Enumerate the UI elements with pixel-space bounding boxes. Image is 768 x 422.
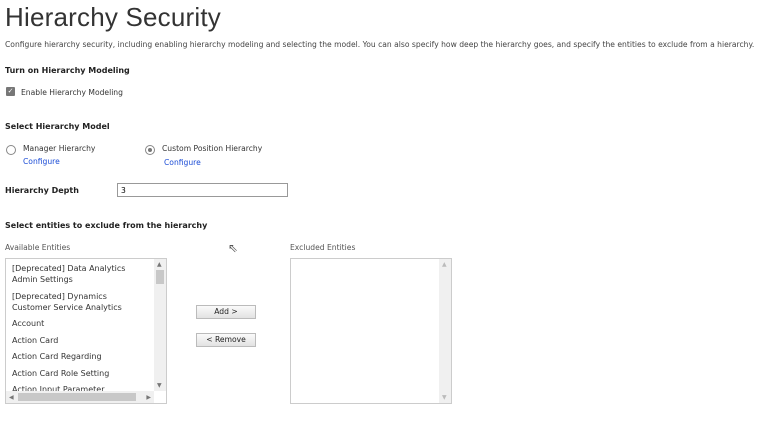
entity-list-item[interactable]: Action Card	[6, 333, 154, 348]
enable-hierarchy-checkbox[interactable]: ✓	[6, 87, 15, 96]
entity-list-item[interactable]: Action Card Role Setting	[6, 366, 154, 381]
remove-button[interactable]: < Remove	[196, 333, 256, 347]
entity-list-item[interactable]: Account	[6, 316, 154, 331]
custom-position-label[interactable]: Custom Position Hierarchy	[162, 144, 262, 153]
hierarchy-depth-input[interactable]	[117, 183, 288, 197]
available-entities-label: Available Entities	[5, 243, 71, 252]
exclude-heading: Select entities to exclude from the hier…	[5, 221, 208, 230]
depth-label: Hierarchy Depth	[5, 186, 79, 195]
enable-hierarchy-label[interactable]: Enable Hierarchy Modeling	[21, 88, 123, 97]
excluded-scrollbar[interactable]: ▲ ▼	[439, 259, 451, 403]
manager-hierarchy-radio[interactable]	[6, 145, 16, 155]
entity-list-item[interactable]: [Deprecated] Data Analytics Admin Settin…	[6, 261, 154, 287]
page-description: Configure hierarchy security, including …	[5, 40, 755, 49]
excluded-entities-label: Excluded Entities	[290, 243, 356, 252]
mouse-cursor-icon: ⇖	[228, 241, 239, 255]
available-entities-list[interactable]: [Deprecated] Data Analytics Admin Settin…	[5, 258, 167, 404]
entity-list-item[interactable]: Action Card Regarding	[6, 349, 154, 364]
scroll-thumb[interactable]	[156, 270, 164, 284]
h-scroll-thumb[interactable]	[18, 393, 136, 401]
custom-position-radio[interactable]	[145, 145, 155, 155]
manager-configure-link[interactable]: Configure	[23, 157, 60, 166]
entity-list-item[interactable]: [Deprecated] Dynamics Customer Service A…	[6, 289, 154, 315]
custom-configure-link[interactable]: Configure	[164, 158, 201, 167]
excluded-entities-list[interactable]: ▲ ▼	[290, 258, 452, 404]
manager-hierarchy-label[interactable]: Manager Hierarchy	[23, 144, 95, 153]
add-button[interactable]: Add >	[196, 305, 256, 319]
horizontal-scrollbar[interactable]: ◀ ▶	[6, 391, 154, 403]
model-heading: Select Hierarchy Model	[5, 122, 110, 131]
vertical-scrollbar[interactable]: ▲ ▼	[154, 259, 166, 391]
modeling-heading: Turn on Hierarchy Modeling	[5, 66, 130, 75]
page-title: Hierarchy Security	[5, 2, 221, 32]
